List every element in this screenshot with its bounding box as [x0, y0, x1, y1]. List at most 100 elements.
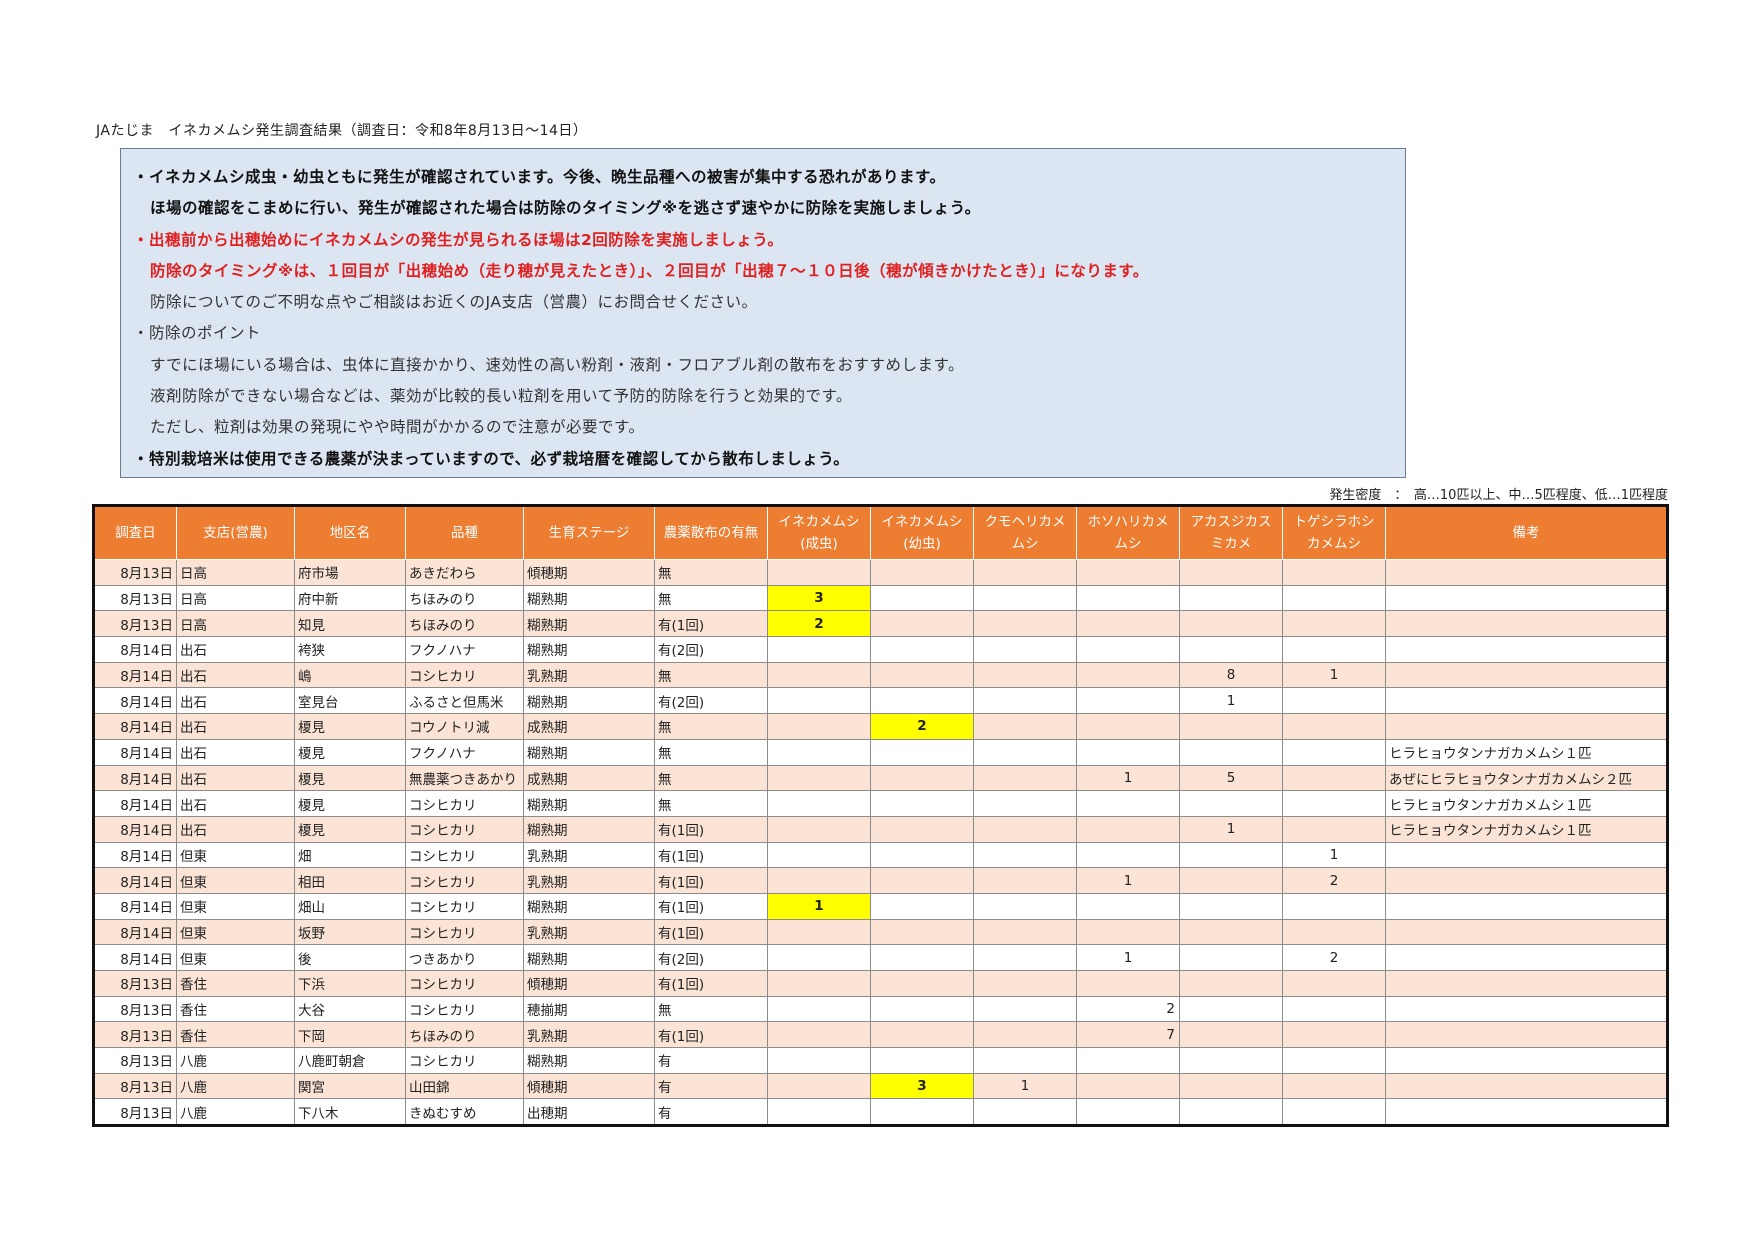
- cell-pest-larva: [870, 1021, 974, 1049]
- table-row: 8月13日 香住 下浜 コシヒカリ 傾穂期 有(1回): [93, 970, 1668, 997]
- cell-area: 榎見: [294, 764, 406, 792]
- cell-pest-akasuji: [1179, 867, 1283, 894]
- header-variety: 品種: [405, 505, 524, 560]
- table-header-row: 調査日 支店(営農) 地区名 品種 生育ステージ 農薬散布の有無 イネカメムシ (…: [93, 505, 1668, 560]
- cell-pest-akasuji: [1179, 1098, 1283, 1127]
- cell-spray: 有(1回): [654, 970, 768, 997]
- header-line: カメムシ: [1307, 536, 1361, 552]
- cell-notes: [1385, 1098, 1668, 1127]
- cell-area: 室見台: [294, 687, 406, 715]
- table-row: 8月14日 出石 室見台 ふるさと但馬米 糊熟期 有(2回) 1: [93, 687, 1668, 715]
- cell-pest-hosohari: [1076, 559, 1180, 586]
- header-line: クモヘリカメ: [984, 514, 1066, 530]
- cell-pest-larva: [870, 610, 974, 638]
- cell-pest-togeshirahoshi: [1282, 1072, 1386, 1100]
- cell-pest-hosohari: 2: [1076, 995, 1180, 1023]
- cell-pest-hosohari: [1076, 970, 1180, 997]
- cell-date: 8月14日: [93, 892, 177, 920]
- notice-line: 液剤防除ができない場合などは、薬効が比較的長い粒剤を用いて予防的防除を行うと効果…: [150, 387, 852, 406]
- cell-variety: あきだわら: [405, 559, 524, 586]
- cell-pest-adult: [767, 1047, 871, 1074]
- cell-notes: [1385, 944, 1668, 971]
- cell-branch: 出石: [176, 687, 295, 715]
- cell-pest-kumoheri: 1: [973, 1072, 1077, 1100]
- cell-date: 8月13日: [93, 1047, 177, 1074]
- cell-spray: 有(2回): [654, 687, 768, 715]
- cell-date: 8月14日: [93, 867, 177, 894]
- cell-date: 8月14日: [93, 764, 177, 792]
- cell-pest-adult: [767, 713, 871, 740]
- cell-variety: コシヒカリ: [405, 995, 524, 1023]
- cell-pest-kumoheri: [973, 867, 1077, 894]
- cell-pest-akasuji: [1179, 1047, 1283, 1074]
- cell-pest-akasuji: 5: [1179, 764, 1283, 792]
- cell-pest-akasuji: 8: [1179, 661, 1283, 689]
- cell-branch: 出石: [176, 790, 295, 817]
- cell-branch: 但東: [176, 867, 295, 894]
- header-line: (幼虫): [903, 536, 941, 552]
- table-row: 8月14日 出石 榎見 フクノハナ 糊熟期無 ヒラヒョウタンナガカメムシ１匹: [93, 738, 1668, 766]
- cell-stage: 成熟期: [523, 764, 655, 792]
- cell-area: 相田: [294, 867, 406, 894]
- cell-pest-kumoheri: [973, 610, 1077, 638]
- cell-stage: 糊熟期: [523, 584, 655, 612]
- cell-stage: 成熟期: [523, 713, 655, 740]
- cell-branch: 出石: [176, 713, 295, 740]
- cell-stage: 傾穂期: [523, 970, 655, 997]
- cell-pest-larva: [870, 636, 974, 663]
- cell-pest-larva: [870, 867, 974, 894]
- cell-pest-adult: [767, 841, 871, 869]
- cell-pest-adult: [767, 738, 871, 766]
- cell-notes: [1385, 661, 1668, 689]
- cell-date: 8月13日: [93, 1072, 177, 1100]
- cell-pest-kumoheri: [973, 1021, 1077, 1049]
- notice-line-red: ・出穂前から出穂始めにイネカメムシの発生が見られるほ場は2回防除を実施しましょう…: [133, 230, 784, 249]
- cell-pest-akasuji: 1: [1179, 815, 1283, 843]
- cell-pest-akasuji: [1179, 790, 1283, 817]
- cell-pest-akasuji: [1179, 918, 1283, 946]
- cell-notes: [1385, 559, 1668, 586]
- cell-pest-togeshirahoshi: 2: [1282, 944, 1386, 971]
- cell-pest-kumoheri: [973, 970, 1077, 997]
- cell-pest-togeshirahoshi: [1282, 1047, 1386, 1074]
- cell-pest-kumoheri: [973, 995, 1077, 1023]
- cell-branch: 香住: [176, 970, 295, 997]
- cell-pest-adult: [767, 970, 871, 997]
- cell-spray: 有: [654, 1098, 768, 1127]
- cell-pest-akasuji: [1179, 841, 1283, 869]
- table-row: 8月13日 日高 府市場 あきだわら 傾穂期無: [93, 559, 1668, 586]
- cell-spray: 無: [654, 661, 768, 689]
- cell-pest-akasuji: [1179, 584, 1283, 612]
- cell-stage: 乳熟期: [523, 1021, 655, 1049]
- cell-notes: [1385, 841, 1668, 869]
- cell-pest-togeshirahoshi: [1282, 687, 1386, 715]
- cell-notes: ヒラヒョウタンナガカメムシ１匹: [1385, 790, 1668, 817]
- cell-notes: [1385, 713, 1668, 740]
- cell-pest-kumoheri: [973, 713, 1077, 740]
- cell-pest-adult: [767, 815, 871, 843]
- cell-pest-hosohari: [1076, 815, 1180, 843]
- cell-date: 8月14日: [93, 790, 177, 817]
- cell-stage: 糊熟期: [523, 1047, 655, 1074]
- cell-branch: 八鹿: [176, 1072, 295, 1100]
- cell-pest-kumoheri: [973, 841, 1077, 869]
- cell-area: 知見: [294, 610, 406, 638]
- cell-branch: 出石: [176, 764, 295, 792]
- cell-pest-larva: [870, 764, 974, 792]
- cell-branch: 日高: [176, 610, 295, 638]
- cell-pest-akasuji: 1: [1179, 687, 1283, 715]
- cell-pest-hosohari: [1076, 713, 1180, 740]
- cell-pest-kumoheri: [973, 892, 1077, 920]
- cell-pest-kumoheri: [973, 1047, 1077, 1074]
- cell-area: 嶋: [294, 661, 406, 689]
- cell-branch: 日高: [176, 584, 295, 612]
- cell-pest-larva: [870, 841, 974, 869]
- cell-pest-hosohari: 1: [1076, 764, 1180, 792]
- cell-stage: 出穂期: [523, 1098, 655, 1127]
- cell-date: 8月14日: [93, 687, 177, 715]
- cell-pest-adult: 1: [767, 892, 871, 920]
- cell-variety: ちほみのり: [405, 1021, 524, 1049]
- cell-pest-hosohari: [1076, 661, 1180, 689]
- table-row: 8月13日 八鹿 下八木 きぬむすめ 出穂期有: [93, 1098, 1668, 1127]
- cell-date: 8月14日: [93, 918, 177, 946]
